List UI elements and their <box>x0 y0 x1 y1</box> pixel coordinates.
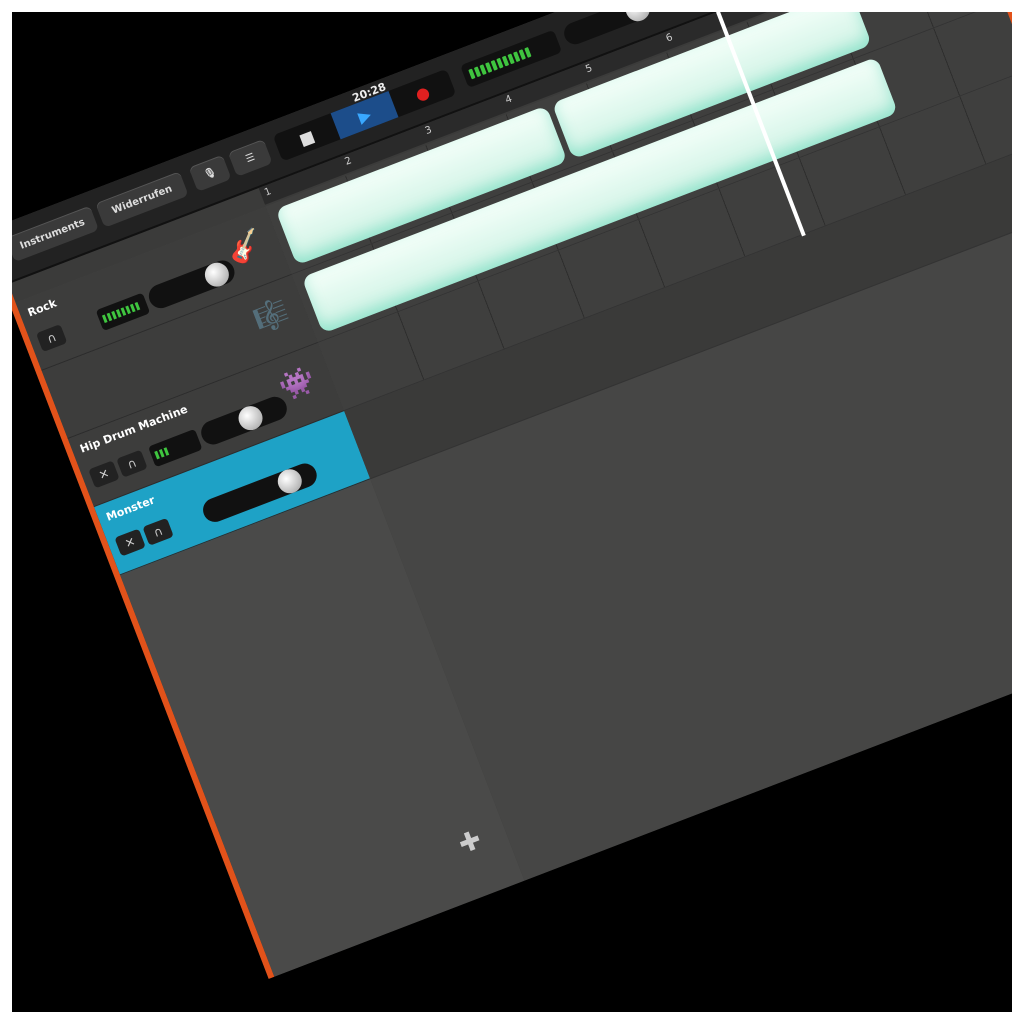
record-icon[interactable]: ● <box>388 69 456 117</box>
tracks-view-icon[interactable]: ☰ <box>227 138 273 177</box>
microphone-icon[interactable]: 🎙 <box>188 154 232 192</box>
bar-number: 5 <box>584 62 595 76</box>
mute-icon[interactable]: ✕ <box>114 528 146 557</box>
headphones-icon[interactable]: ∩ <box>35 324 68 353</box>
photo: Instruments Widerrufen 🎙 ☰ 20:28 ■ ▶ ● Ω… <box>12 12 1012 1012</box>
headphones-icon[interactable]: ∩ <box>116 449 148 478</box>
track-volume-slider[interactable] <box>199 460 321 526</box>
ipad-screen: Instruments Widerrufen 🎙 ☰ 20:28 ■ ▶ ● Ω… <box>12 12 1012 979</box>
headphones-icon[interactable]: ∩ <box>142 517 174 546</box>
bar-number: 2 <box>343 155 354 168</box>
bar-number: 7 <box>745 12 755 14</box>
music-stand-icon: 🎼 <box>248 293 294 338</box>
volume-knob[interactable] <box>274 465 306 497</box>
bar-number: 6 <box>664 32 675 45</box>
add-track-icon[interactable]: ✚ <box>455 825 486 861</box>
photo-frame: Instruments Widerrufen 🎙 ☰ 20:28 ■ ▶ ● Ω… <box>0 0 1024 1024</box>
track-level-meter <box>95 292 151 332</box>
mute-icon[interactable]: ✕ <box>88 460 120 489</box>
track-level-meter <box>147 428 203 468</box>
stop-icon[interactable]: ■ <box>273 113 341 161</box>
instruments-button[interactable]: Instruments <box>12 205 100 263</box>
volume-knob[interactable] <box>622 12 654 25</box>
bar-number: 3 <box>423 124 434 138</box>
volume-knob[interactable] <box>235 402 267 434</box>
volume-knob[interactable] <box>201 259 233 291</box>
bar-number: 1 <box>263 186 273 199</box>
undo-button[interactable]: Widerrufen <box>95 171 189 228</box>
bar-number: 4 <box>503 93 514 107</box>
track-name: Rock <box>25 296 59 320</box>
